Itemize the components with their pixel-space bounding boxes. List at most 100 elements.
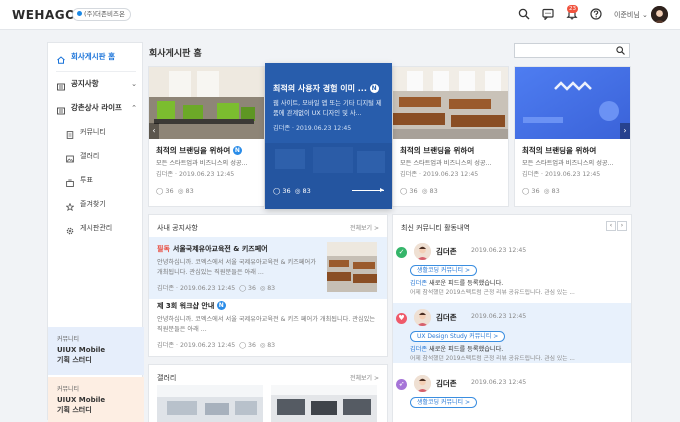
gallery-thumbnail[interactable] <box>157 385 263 422</box>
carousel-next-button[interactable]: › <box>620 123 630 139</box>
eye-icon: ◎ <box>421 187 428 195</box>
notice-title: 필독 서울국제유아교육전 & 키즈페어 <box>157 245 268 253</box>
board-card[interactable]: ‹ 최적의 브랜딩을 위하여 N 모든 스타트업과 비즈니스의 성공... 김더… <box>148 66 265 207</box>
card-title: 최적의 브랜딩을 위하여 <box>522 146 597 155</box>
sidebar-item-vote[interactable]: 투표 <box>48 171 144 189</box>
new-badge: N <box>232 146 242 155</box>
notice-meta: 김더존 · 2019.06.23 12:45 ◯ 36 ◎ 83 <box>157 342 276 349</box>
activity-preview: 어제 참석했던 2019스펙트럼 곤정 리뷰 공유드립니다. 관심 있는 ... <box>410 290 575 296</box>
new-badge: N <box>216 301 226 310</box>
card-title: 최적의 브랜딩을 위하여 <box>400 146 475 155</box>
user-avatar[interactable] <box>651 6 668 23</box>
board-card[interactable]: 최적의 브랜딩을 위하여 모든 스타트업과 비즈니스의 성공... 김더존 · … <box>392 66 509 207</box>
sidebar-item-label: 투표 <box>80 176 93 184</box>
share-icon: ➶ <box>396 379 407 390</box>
comment-count: 36 <box>165 187 174 195</box>
search-input[interactable] <box>515 44 611 57</box>
activity-text: 김더존 새로운 피드를 등록했습니다. <box>410 280 504 287</box>
company-dot-icon <box>77 11 82 16</box>
heart-icon: ♥ <box>396 313 407 324</box>
next-page-button[interactable]: › <box>617 221 627 231</box>
sidebar-item-favorites[interactable]: 즐겨찾기 <box>48 195 144 213</box>
must-read-tag: 필독 <box>157 245 170 253</box>
activity-preview: 어제 참석했던 2019스펙트럼 곤정 리뷰 공유드립니다. 관심 있는 ... <box>410 356 575 362</box>
vote-icon <box>66 176 74 187</box>
arrow-right-icon[interactable] <box>352 188 384 192</box>
list-icon <box>57 104 65 115</box>
chevron-down-icon: ⌄ <box>131 80 137 88</box>
sidebar-item-label: 즐겨찾기 <box>80 200 106 208</box>
comment-icon: ◯ <box>273 187 281 195</box>
new-badge: N <box>369 84 379 93</box>
promo-category: 커뮤니티 <box>57 386 80 393</box>
company-selector[interactable]: (주)더존비즈온 <box>72 8 131 21</box>
sidebar-item-label: 공지사항 <box>71 79 99 88</box>
page-title: 회사게시판 홈 <box>149 49 202 59</box>
list-icon <box>57 80 65 91</box>
sidebar-item-label: 회사게시판 홈 <box>71 52 116 61</box>
card-thumbnail <box>515 67 630 139</box>
document-icon <box>66 128 74 139</box>
sidebar-item-club[interactable]: 강촌상사 라이프 ⌃ <box>48 99 144 117</box>
search-box[interactable] <box>514 43 630 58</box>
panel-title: 갤러리 <box>157 374 177 382</box>
star-icon <box>65 200 75 212</box>
featured-stats: ◯ 36 ◎ 83 <box>273 187 311 195</box>
prev-page-button[interactable]: ‹ <box>606 221 616 231</box>
community-chip[interactable]: 생활코딩 커뮤니티 > <box>410 397 478 408</box>
promo-title-line1: UIUX Mobile <box>57 346 106 354</box>
home-icon <box>57 53 65 64</box>
sidebar: 회사게시판 홈 공지사항 ⌄ 강촌상사 라이프 ⌃ 커뮤니티 갤러리 투표 즐겨… <box>47 42 144 422</box>
search-icon[interactable] <box>616 46 625 55</box>
card-meta: 김더존 · 2019.06.23 12:45 <box>400 171 479 178</box>
sidebar-item-gallery[interactable]: 갤러리 <box>48 147 144 165</box>
notice-item[interactable]: 제 3회 워크샵 안내 N 안녕하십니까. 코엑스에서 서울 국제유아교육전 &… <box>149 301 386 349</box>
featured-meta: 김더존 · 2019.06.23 12:45 <box>273 125 352 132</box>
avatar <box>414 309 431 326</box>
gallery-thumbnail[interactable] <box>271 385 377 422</box>
comment-count: 36 <box>409 187 418 195</box>
view-all-link[interactable]: 전체보기 > <box>350 373 379 382</box>
card-description: 모든 스타트업과 비즈니스의 성공... <box>156 160 248 167</box>
gallery-panel: 갤러리 전체보기 > <box>148 364 388 422</box>
eye-icon: ◎ <box>294 187 301 195</box>
promo-banner[interactable]: 커뮤니티 UIUX Mobile 기획 스터디 <box>48 377 144 422</box>
sidebar-item-board-settings[interactable]: 게시판관리 <box>48 219 144 237</box>
notice-item[interactable]: 필독 서울국제유아교육전 & 키즈페어 안녕하십니까. 코엑스에서 서울 국제유아… <box>149 244 327 292</box>
help-icon[interactable] <box>590 8 602 20</box>
card-stats: ◯ 36 ◎ 83 <box>400 187 438 195</box>
eye-icon: ◎ <box>543 187 550 195</box>
check-icon: ✓ <box>396 247 407 258</box>
board-card[interactable]: › 최적의 브랜딩을 위하여 모든 스타트업과 비즈니스의 성공... 김더존 … <box>514 66 631 207</box>
view-count: 83 <box>551 187 560 195</box>
avatar <box>414 375 431 392</box>
sidebar-item-notice[interactable]: 공지사항 ⌄ <box>48 75 144 93</box>
company-name: (주)더존비즈온 <box>84 10 125 18</box>
gear-icon <box>66 224 74 235</box>
activity-item[interactable]: ♥ 김더존 2019.06.23 12:45 UX Design Study 커… <box>393 303 631 363</box>
promo-title-line2: 기획 스터디 <box>57 406 92 414</box>
promo-title-line1: UIUX Mobile <box>57 396 106 404</box>
chat-icon[interactable] <box>542 8 554 20</box>
community-chip[interactable]: 생활코딩 커뮤니티 > <box>410 265 478 276</box>
activity-item[interactable]: ➶ 김더존 2019.06.23 12:45 생활코딩 커뮤니티 > <box>393 369 631 422</box>
chevron-up-icon: ⌃ <box>131 104 137 112</box>
username[interactable]: 이준비님 ⌄ <box>614 10 648 20</box>
carousel-prev-button[interactable]: ‹ <box>149 123 159 139</box>
community-chip[interactable]: UX Design Study 커뮤니티 > <box>410 331 506 342</box>
sidebar-item-home[interactable]: 회사게시판 홈 <box>48 48 144 66</box>
promo-banner[interactable]: 커뮤니티 UIUX Mobile 기획 스터디 <box>48 327 144 375</box>
card-stats: ◯ 36 ◎ 83 <box>156 187 194 195</box>
notice-body: 안녕하십니까. 코엑스에서 서울 국제유아교육전 & 키즈 페어가 개최됩니다.… <box>157 316 376 333</box>
search-icon[interactable] <box>518 8 530 20</box>
activity-panel: 최신 커뮤니티 활동내역 ‹ › ✓ 김더존 2019.06.23 12:45 … <box>392 214 632 422</box>
activity-date: 2019.06.23 12:45 <box>471 379 527 386</box>
sidebar-item-community[interactable]: 커뮤니티 <box>48 123 144 141</box>
activity-item[interactable]: ✓ 김더존 2019.06.23 12:45 생활코딩 커뮤니티 > 김더존 새… <box>393 237 631 297</box>
view-all-link[interactable]: 전체보기 > <box>350 223 379 232</box>
sidebar-item-label: 게시판관리 <box>80 224 113 232</box>
notice-panel: 사내 공지사항 전체보기 > 필독 서울국제유아교육전 & 키즈페어 안녕하십니까… <box>148 214 388 357</box>
notice-body: 안녕하십니까. 코엑스에서 서울 국제유아교육전 & 키즈페어가 개최됩니다. … <box>157 259 316 276</box>
activity-date: 2019.06.23 12:45 <box>471 247 527 254</box>
featured-card[interactable]: 최적의 사용자 경험 이미 ... N 웹 사이트, 모바일 앱 또는 기타 디… <box>265 63 392 209</box>
